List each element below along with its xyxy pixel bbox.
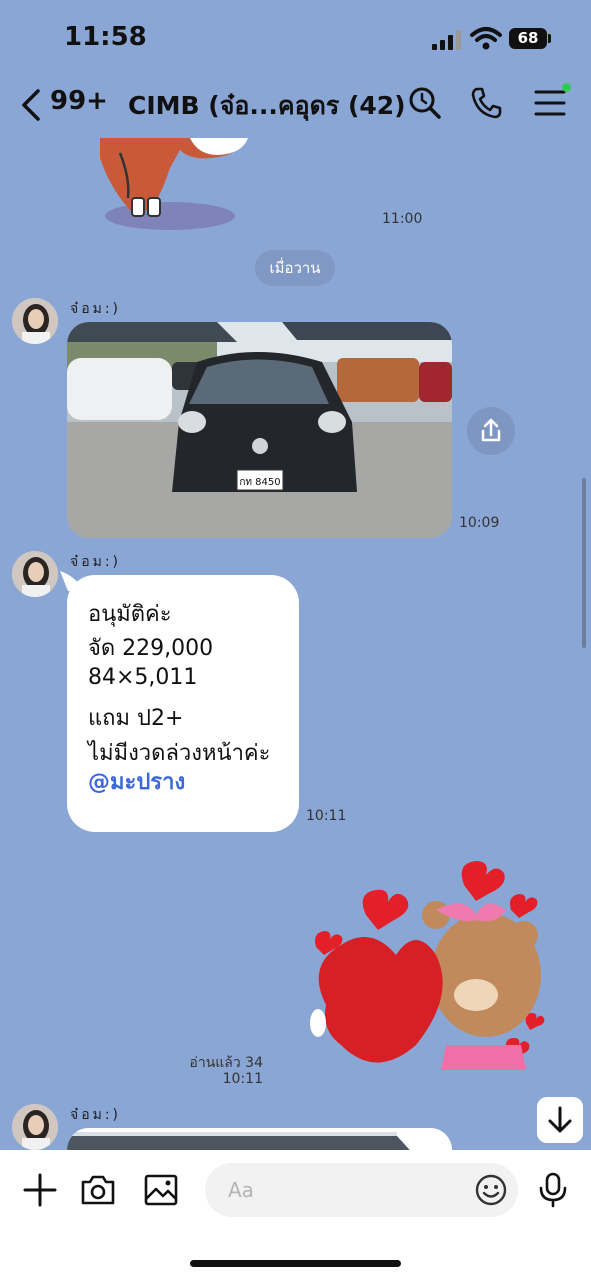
phone-icon[interactable] (470, 86, 504, 120)
home-indicator (190, 1260, 401, 1267)
car-photo[interactable]: กท 8450 (67, 322, 452, 538)
arrow-down-icon[interactable] (537, 1097, 583, 1143)
sender-name: จ๋อม:) (70, 301, 122, 317)
mention-link[interactable]: @มะปราง (88, 764, 185, 799)
message-line: แถม ป2+ (88, 706, 184, 731)
date-divider: เมื่อวาน (255, 250, 335, 286)
message-time: 10:11 (306, 808, 347, 824)
back-chevron-icon[interactable] (18, 88, 44, 122)
avatar[interactable] (12, 1104, 58, 1150)
status-time: 11:58 (64, 22, 147, 52)
sender-name: จ๋อม:) (70, 554, 122, 570)
chat-title[interactable]: CIMB (จ๋อ...คอุดร (42) (128, 86, 406, 126)
unread-count[interactable]: 99+ (50, 86, 108, 116)
message-time: 10:09 (459, 515, 500, 531)
message-line: 84×5,011 (88, 665, 198, 690)
message-time: 11:00 (382, 211, 423, 227)
message-input-placeholder: Aa (228, 1178, 254, 1202)
share-icon[interactable] (467, 407, 515, 455)
plus-icon[interactable] (22, 1172, 58, 1208)
cellular-signal-icon (432, 30, 462, 50)
wifi-icon (470, 27, 502, 50)
sender-name: จ๋อม:) (70, 1107, 122, 1123)
camera-icon[interactable] (80, 1172, 116, 1208)
avatar[interactable] (12, 551, 58, 597)
menu-icon[interactable] (533, 86, 567, 120)
message-line: อนุมัติค่ะ (88, 602, 172, 627)
emoji-icon[interactable] (473, 1172, 509, 1208)
scrollbar[interactable] (582, 478, 586, 648)
battery-tip (548, 34, 551, 43)
image-icon[interactable] (143, 1172, 179, 1208)
heart-bear-sticker[interactable] (296, 855, 556, 1085)
battery-indicator: 68 (509, 28, 547, 49)
message-time: 10:11 (222, 1071, 263, 1087)
search-icon[interactable] (408, 86, 442, 120)
new-badge-dot (562, 83, 571, 92)
license-plate-text: กท 8450 (239, 477, 280, 488)
avatar[interactable] (12, 298, 58, 344)
microphone-icon[interactable] (535, 1172, 571, 1208)
sticker-character[interactable] (90, 138, 260, 233)
message-line: จัด 229,000 (88, 636, 214, 661)
